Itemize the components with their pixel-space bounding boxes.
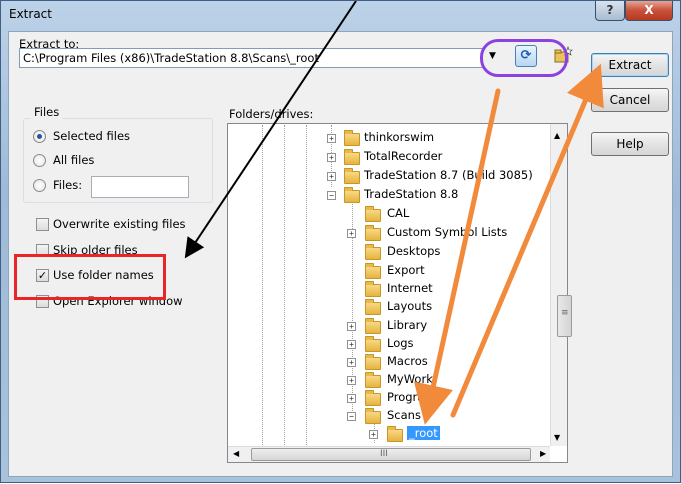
arrow-orange-up <box>450 63 604 418</box>
extract-dialog: Extract ? X Extract to: C:\Program Files… <box>0 0 681 483</box>
arrow-black <box>184 1 357 259</box>
arrow-orange-down <box>413 88 501 425</box>
annotation-arrows <box>184 1 604 425</box>
